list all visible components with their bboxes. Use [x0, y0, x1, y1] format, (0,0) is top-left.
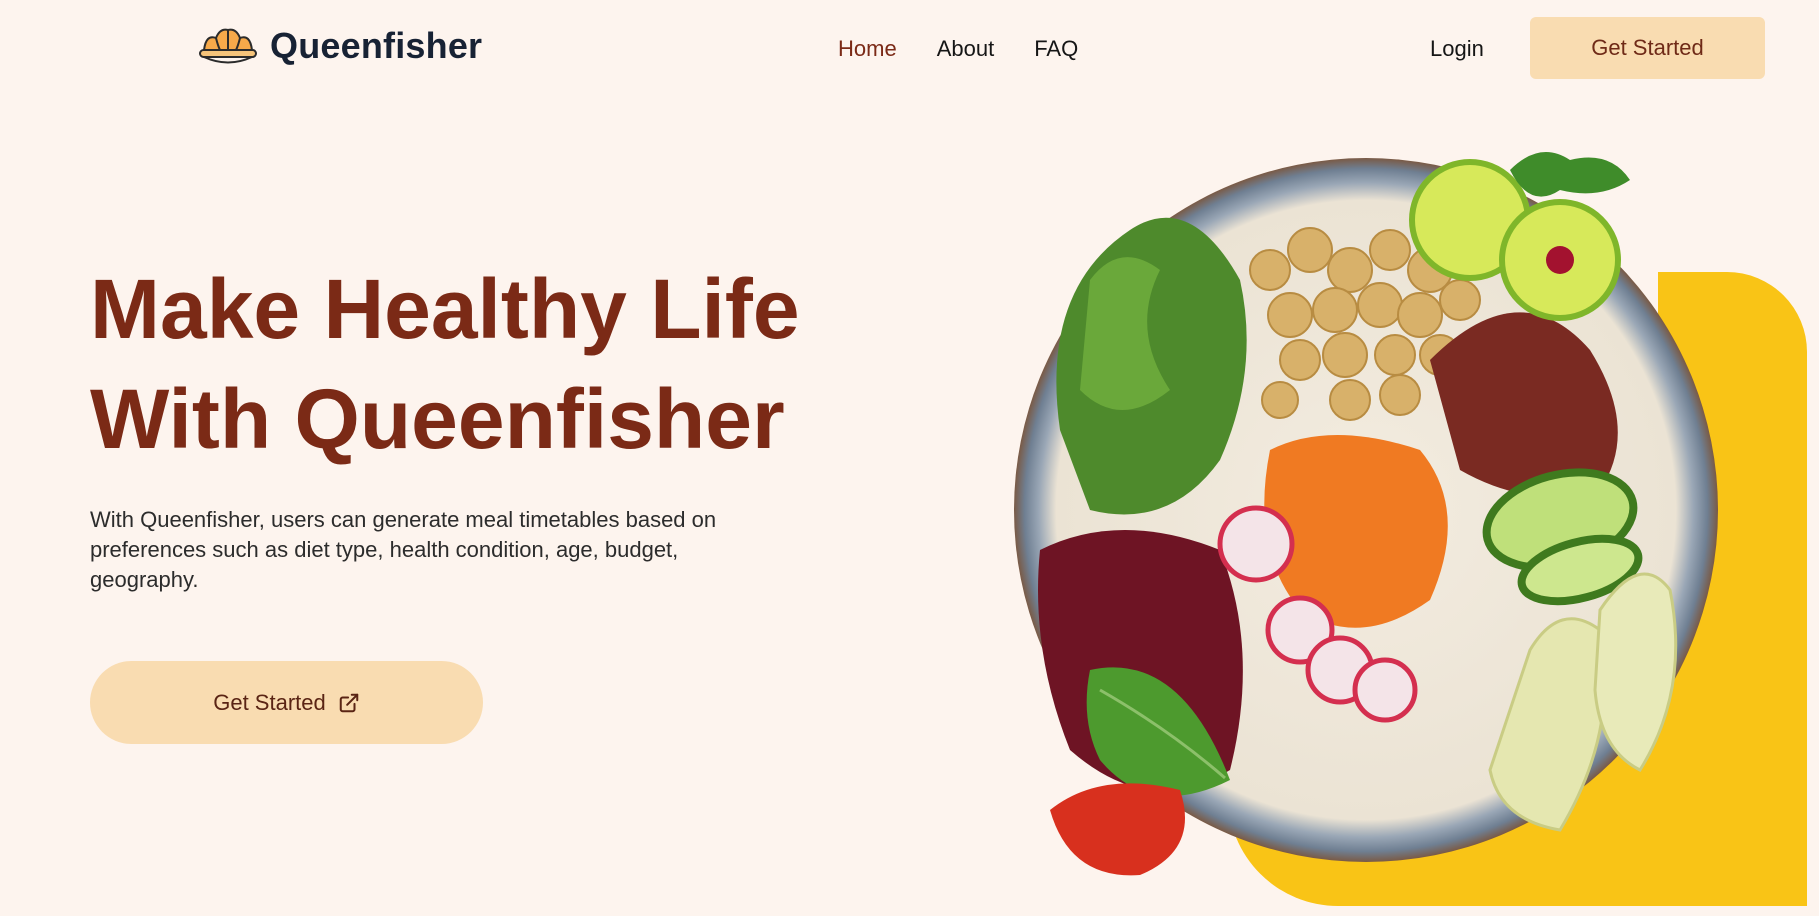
salad-bowl-image: [1014, 152, 1718, 876]
hero-title: Make Healthy Life With Queenfisher: [90, 254, 800, 474]
nav-get-started-button[interactable]: Get Started: [1530, 17, 1765, 79]
hero-title-line-2: With Queenfisher: [90, 372, 785, 466]
top-navigation: Queenfisher Home About FAQ Login Get Sta…: [0, 0, 1819, 96]
hero-title-line-1: Make Healthy Life: [90, 262, 800, 356]
brand-name: Queenfisher: [270, 25, 483, 66]
nav-link-about[interactable]: About: [937, 36, 995, 62]
nav-links: Home About FAQ: [838, 36, 1078, 62]
external-link-icon: [339, 693, 359, 712]
hero-get-started-button[interactable]: Get Started: [90, 661, 483, 744]
crown-bowl-icon: [199, 28, 257, 64]
brand-logo[interactable]: Queenfisher: [196, 24, 482, 68]
nav-link-faq[interactable]: FAQ: [1034, 36, 1078, 62]
hero-description: With Queenfisher, users can generate mea…: [90, 507, 717, 592]
nav-link-home[interactable]: Home: [838, 36, 897, 62]
login-link[interactable]: Login: [1430, 36, 1484, 62]
hero-cta-label: Get Started: [213, 689, 326, 715]
